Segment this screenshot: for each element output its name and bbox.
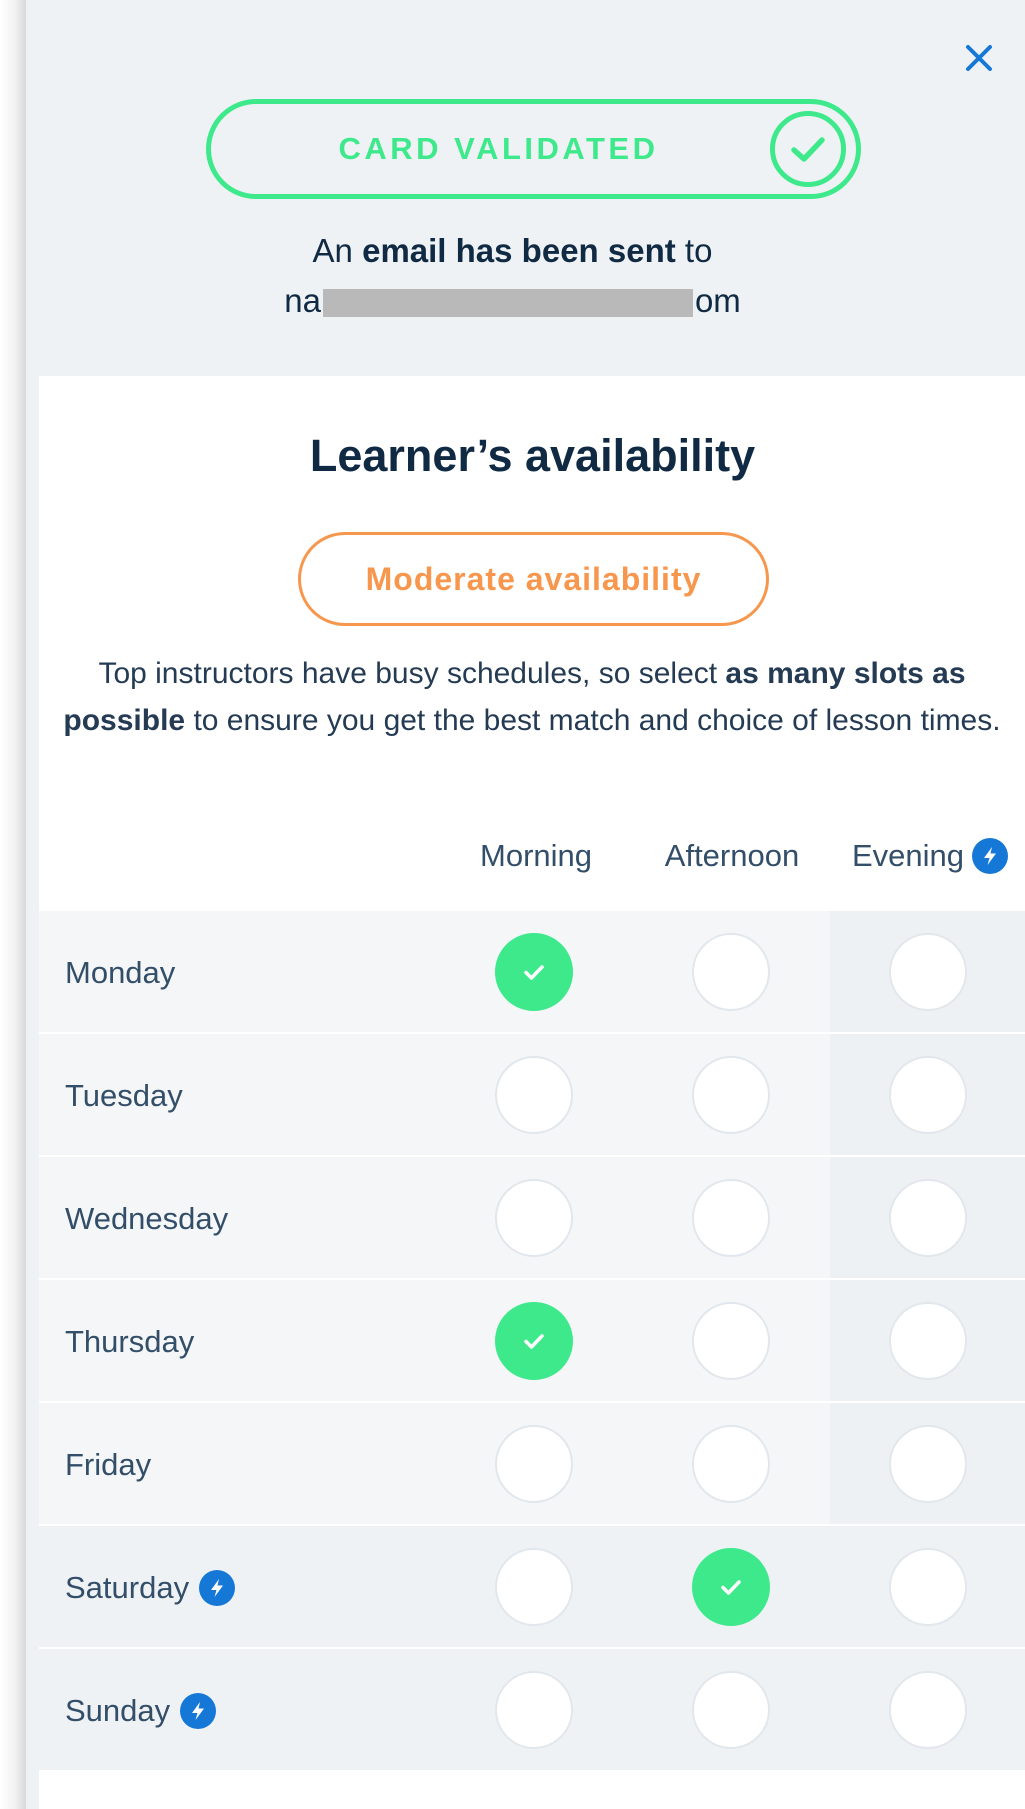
slot-thursday-morning[interactable] — [495, 1302, 573, 1380]
slot-saturday-afternoon[interactable] — [692, 1548, 770, 1626]
lightning-bolt-icon — [180, 1692, 217, 1729]
modal-shadow — [0, 0, 26, 1809]
column-header-afternoon: Afternoon — [664, 838, 800, 873]
column-header-morning: Morning — [480, 838, 592, 873]
check-icon — [721, 1580, 741, 1595]
day-row-thursday: Thursday — [39, 1278, 1025, 1401]
slot-wednesday-afternoon[interactable] — [692, 1179, 770, 1257]
day-label: Friday — [65, 1403, 151, 1526]
lightning-bolt-icon — [972, 838, 1009, 874]
slot-friday-evening[interactable] — [889, 1425, 967, 1503]
slot-thursday-afternoon[interactable] — [692, 1302, 770, 1380]
column-header-evening: Evening — [840, 838, 1020, 874]
day-label-text: Monday — [65, 954, 176, 990]
day-row-sunday: Sunday — [39, 1647, 1025, 1770]
day-label-text: Friday — [65, 1446, 152, 1482]
redacted-email — [322, 289, 693, 318]
check-circle-icon — [770, 111, 846, 187]
slot-thursday-evening[interactable] — [889, 1302, 967, 1380]
slot-tuesday-afternoon[interactable] — [692, 1056, 770, 1134]
slot-sunday-morning[interactable] — [495, 1671, 573, 1749]
check-icon — [524, 1334, 544, 1349]
slot-monday-morning[interactable] — [495, 933, 573, 1011]
slot-saturday-morning[interactable] — [495, 1548, 573, 1626]
slot-tuesday-morning[interactable] — [495, 1056, 573, 1134]
availability-level-badge: Moderate availability — [298, 532, 769, 626]
day-label-text: Tuesday — [65, 1077, 183, 1113]
day-label: Sunday — [65, 1649, 217, 1772]
slot-monday-afternoon[interactable] — [692, 933, 770, 1011]
day-label: Wednesday — [65, 1157, 228, 1280]
close-button[interactable] — [959, 38, 999, 78]
close-icon — [966, 45, 992, 71]
slot-monday-evening[interactable] — [889, 933, 967, 1011]
slot-wednesday-evening[interactable] — [889, 1179, 967, 1257]
day-label: Monday — [65, 911, 175, 1034]
card-validated-label: CARD VALIDATED — [338, 131, 659, 166]
slot-saturday-evening[interactable] — [889, 1548, 967, 1626]
day-label-text: Sunday — [65, 1692, 171, 1728]
email-address: na om — [284, 282, 741, 319]
availability-grid: Monday Tuesday Wednesday Thursday Friday Satu… — [39, 909, 1025, 1770]
day-row-wednesday: Wednesday — [39, 1155, 1025, 1278]
availability-description: Top instructors have busy schedules, so … — [63, 657, 1001, 737]
card-validated-badge: CARD VALIDATED — [206, 99, 861, 199]
day-label-text: Saturday — [65, 1569, 190, 1605]
day-row-friday: Friday — [39, 1401, 1025, 1524]
day-row-monday: Monday — [39, 909, 1025, 1032]
slot-friday-afternoon[interactable] — [692, 1425, 770, 1503]
day-label-text: Wednesday — [65, 1200, 229, 1236]
page-title: Learner’s availability — [309, 430, 756, 481]
email-notice: An email has been sent to — [312, 232, 713, 269]
check-icon — [524, 965, 544, 980]
lightning-bolt-icon — [199, 1569, 236, 1606]
slot-tuesday-evening[interactable] — [889, 1056, 967, 1134]
day-label: Thursday — [65, 1280, 194, 1403]
day-label: Tuesday — [65, 1034, 183, 1157]
day-row-saturday: Saturday — [39, 1524, 1025, 1647]
day-label: Saturday — [65, 1526, 236, 1649]
slot-sunday-afternoon[interactable] — [692, 1671, 770, 1749]
slot-sunday-evening[interactable] — [889, 1671, 967, 1749]
slot-wednesday-morning[interactable] — [495, 1179, 573, 1257]
day-label-text: Thursday — [65, 1323, 195, 1359]
slot-friday-morning[interactable] — [495, 1425, 573, 1503]
day-row-tuesday: Tuesday — [39, 1032, 1025, 1155]
